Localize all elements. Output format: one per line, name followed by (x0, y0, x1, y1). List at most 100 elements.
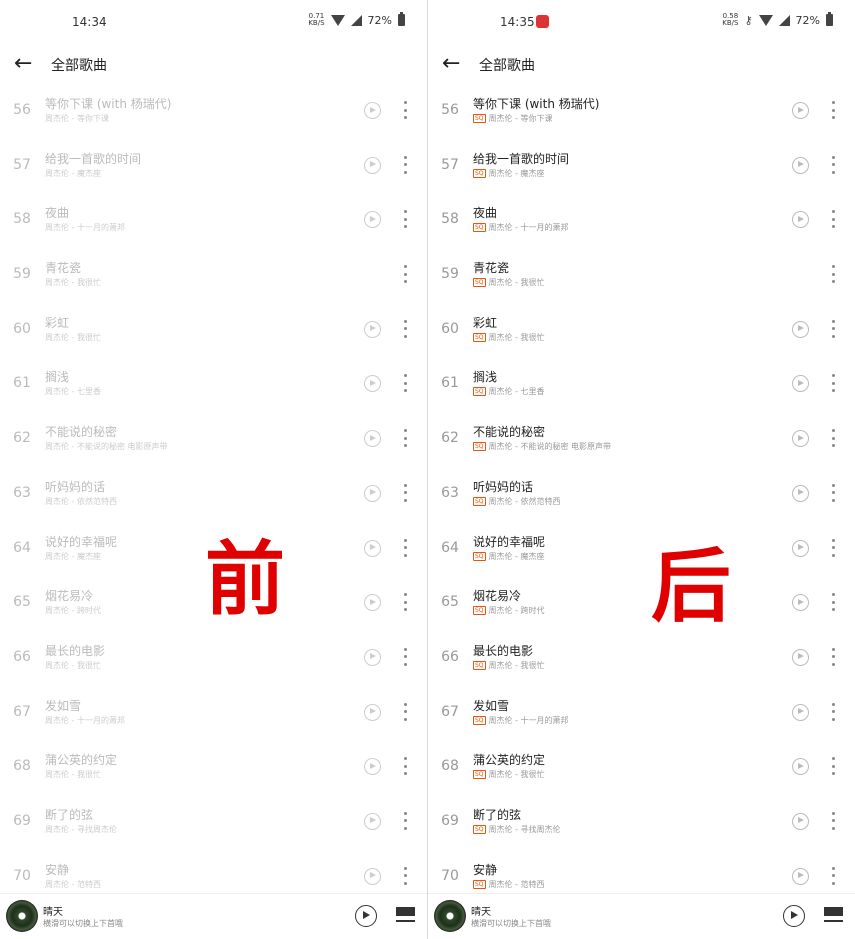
sq-quality-badge: SQ (473, 606, 486, 616)
song-row[interactable]: 63 听妈妈的话 SQ 周杰伦 - 依然范特西 (428, 465, 855, 520)
play-video-icon[interactable] (364, 430, 381, 448)
song-row[interactable]: 57 给我一首歌的时间 SQ 周杰伦 - 魔杰座 (428, 137, 855, 192)
track-number: 66 (13, 648, 31, 665)
more-options-icon[interactable] (398, 866, 412, 886)
album-art[interactable] (434, 900, 466, 932)
more-options-icon[interactable] (826, 100, 840, 120)
more-options-icon[interactable] (398, 264, 412, 284)
song-title: 等你下课 (with 杨瑞代) (473, 97, 600, 111)
more-options-icon[interactable] (398, 319, 412, 339)
song-row[interactable]: 62 不能说的秘密 SQ 周杰伦 - 不能说的秘密 电影原声带 (428, 410, 855, 465)
song-row[interactable]: 60 彩虹 SQ 周杰伦 - 我很忙 (428, 301, 855, 356)
play-video-icon[interactable] (792, 703, 809, 721)
back-arrow-icon[interactable]: ← (14, 53, 32, 75)
song-row[interactable]: 68 蒲公英的约定 SQ 周杰伦 - 我很忙 (428, 738, 855, 793)
album-art[interactable] (6, 900, 38, 932)
now-playing-bar[interactable]: 晴天 横滑可以切换上下首哦 (0, 893, 427, 939)
more-options-icon[interactable] (826, 483, 840, 503)
playlist-queue-icon[interactable] (396, 907, 415, 923)
play-video-icon[interactable] (364, 594, 381, 612)
playlist-queue-icon[interactable] (824, 907, 843, 923)
more-options-icon[interactable] (398, 155, 412, 175)
more-options-icon[interactable] (826, 647, 840, 667)
song-row[interactable]: 67 发如雪 周杰伦 - 十一月的萧邦 (0, 684, 427, 739)
song-row[interactable]: 63 听妈妈的话 周杰伦 - 依然范特西 (0, 465, 427, 520)
song-row[interactable]: 68 蒲公英的约定 周杰伦 - 我很忙 (0, 738, 427, 793)
play-video-icon[interactable] (792, 594, 809, 612)
song-row[interactable]: 66 最长的电影 周杰伦 - 我很忙 (0, 629, 427, 684)
song-row[interactable]: 56 等你下课 (with 杨瑞代) SQ 周杰伦 - 等你下课 (428, 82, 855, 137)
play-video-icon[interactable] (792, 758, 809, 776)
song-row[interactable]: 60 彩虹 周杰伦 - 我很忙 (0, 301, 427, 356)
more-options-icon[interactable] (398, 592, 412, 612)
more-options-icon[interactable] (826, 209, 840, 229)
play-video-icon[interactable] (364, 320, 381, 338)
more-options-icon[interactable] (826, 702, 840, 722)
song-row[interactable]: 59 青花瓷 周杰伦 - 我很忙 (0, 246, 427, 301)
play-video-icon[interactable] (792, 102, 809, 119)
play-video-icon[interactable] (364, 375, 381, 393)
song-row[interactable]: 58 夜曲 SQ 周杰伦 - 十一月的萧邦 (428, 191, 855, 246)
song-row[interactable]: 69 断了的弦 周杰伦 - 寻找周杰伦 (0, 793, 427, 848)
song-row[interactable]: 61 搁浅 周杰伦 - 七里香 (0, 355, 427, 410)
more-options-icon[interactable] (398, 483, 412, 503)
song-row[interactable]: 58 夜曲 周杰伦 - 十一月的萧邦 (0, 191, 427, 246)
play-video-icon[interactable] (364, 539, 381, 557)
play-video-icon[interactable] (792, 812, 809, 830)
play-video-icon[interactable] (364, 102, 381, 119)
more-options-icon[interactable] (398, 373, 412, 393)
play-video-icon[interactable] (792, 867, 809, 885)
more-options-icon[interactable] (398, 100, 412, 120)
more-options-icon[interactable] (826, 811, 840, 831)
more-options-icon[interactable] (398, 538, 412, 558)
back-arrow-icon[interactable]: ← (442, 53, 460, 75)
play-video-icon[interactable] (792, 211, 809, 229)
play-video-icon[interactable] (364, 484, 381, 502)
more-options-icon[interactable] (826, 264, 840, 284)
song-row[interactable]: 57 给我一首歌的时间 周杰伦 - 魔杰座 (0, 137, 427, 192)
play-video-icon[interactable] (792, 375, 809, 393)
play-button[interactable] (355, 905, 377, 927)
more-options-icon[interactable] (398, 209, 412, 229)
more-options-icon[interactable] (826, 319, 840, 339)
more-options-icon[interactable] (398, 811, 412, 831)
play-video-icon[interactable] (364, 211, 381, 229)
more-options-icon[interactable] (398, 428, 412, 448)
play-video-icon[interactable] (792, 430, 809, 448)
more-options-icon[interactable] (826, 756, 840, 776)
song-subtitle: 周杰伦 - 跨时代 (45, 605, 101, 616)
song-row[interactable]: 56 等你下课 (with 杨瑞代) 周杰伦 - 等你下课 (0, 82, 427, 137)
song-row[interactable]: 66 最长的电影 SQ 周杰伦 - 我很忙 (428, 629, 855, 684)
play-video-icon[interactable] (792, 156, 809, 174)
more-options-icon[interactable] (826, 428, 840, 448)
song-row[interactable]: 62 不能说的秘密 周杰伦 - 不能说的秘密 电影原声带 (0, 410, 427, 465)
song-row[interactable]: 64 说好的幸福呢 SQ 周杰伦 - 魔杰座 (428, 520, 855, 575)
play-button[interactable] (783, 905, 805, 927)
song-row[interactable]: 59 青花瓷 SQ 周杰伦 - 我很忙 (428, 246, 855, 301)
play-video-icon[interactable] (364, 758, 381, 776)
more-options-icon[interactable] (826, 155, 840, 175)
play-video-icon[interactable] (792, 648, 809, 666)
more-options-icon[interactable] (398, 702, 412, 722)
song-row[interactable]: 61 搁浅 SQ 周杰伦 - 七里香 (428, 355, 855, 410)
song-row[interactable]: 65 烟花易冷 SQ 周杰伦 - 跨时代 (428, 574, 855, 629)
song-row[interactable]: 69 断了的弦 SQ 周杰伦 - 寻找周杰伦 (428, 793, 855, 848)
play-video-icon[interactable] (792, 320, 809, 338)
more-options-icon[interactable] (826, 373, 840, 393)
more-options-icon[interactable] (826, 538, 840, 558)
play-video-icon[interactable] (364, 867, 381, 885)
more-options-icon[interactable] (398, 756, 412, 776)
play-video-icon[interactable] (792, 484, 809, 502)
play-video-icon[interactable] (364, 156, 381, 174)
more-options-icon[interactable] (826, 592, 840, 612)
wifi-icon (758, 14, 773, 26)
song-list: 56 等你下课 (with 杨瑞代) 周杰伦 - 等你下课 57 给我一首歌的时间 周杰伦… (0, 82, 427, 902)
song-row[interactable]: 67 发如雪 SQ 周杰伦 - 十一月的萧邦 (428, 684, 855, 739)
more-options-icon[interactable] (826, 866, 840, 886)
play-video-icon[interactable] (364, 812, 381, 830)
play-video-icon[interactable] (364, 648, 381, 666)
play-video-icon[interactable] (792, 539, 809, 557)
now-playing-bar[interactable]: 晴天 横滑可以切换上下首哦 (428, 893, 855, 939)
play-video-icon[interactable] (364, 703, 381, 721)
more-options-icon[interactable] (398, 647, 412, 667)
